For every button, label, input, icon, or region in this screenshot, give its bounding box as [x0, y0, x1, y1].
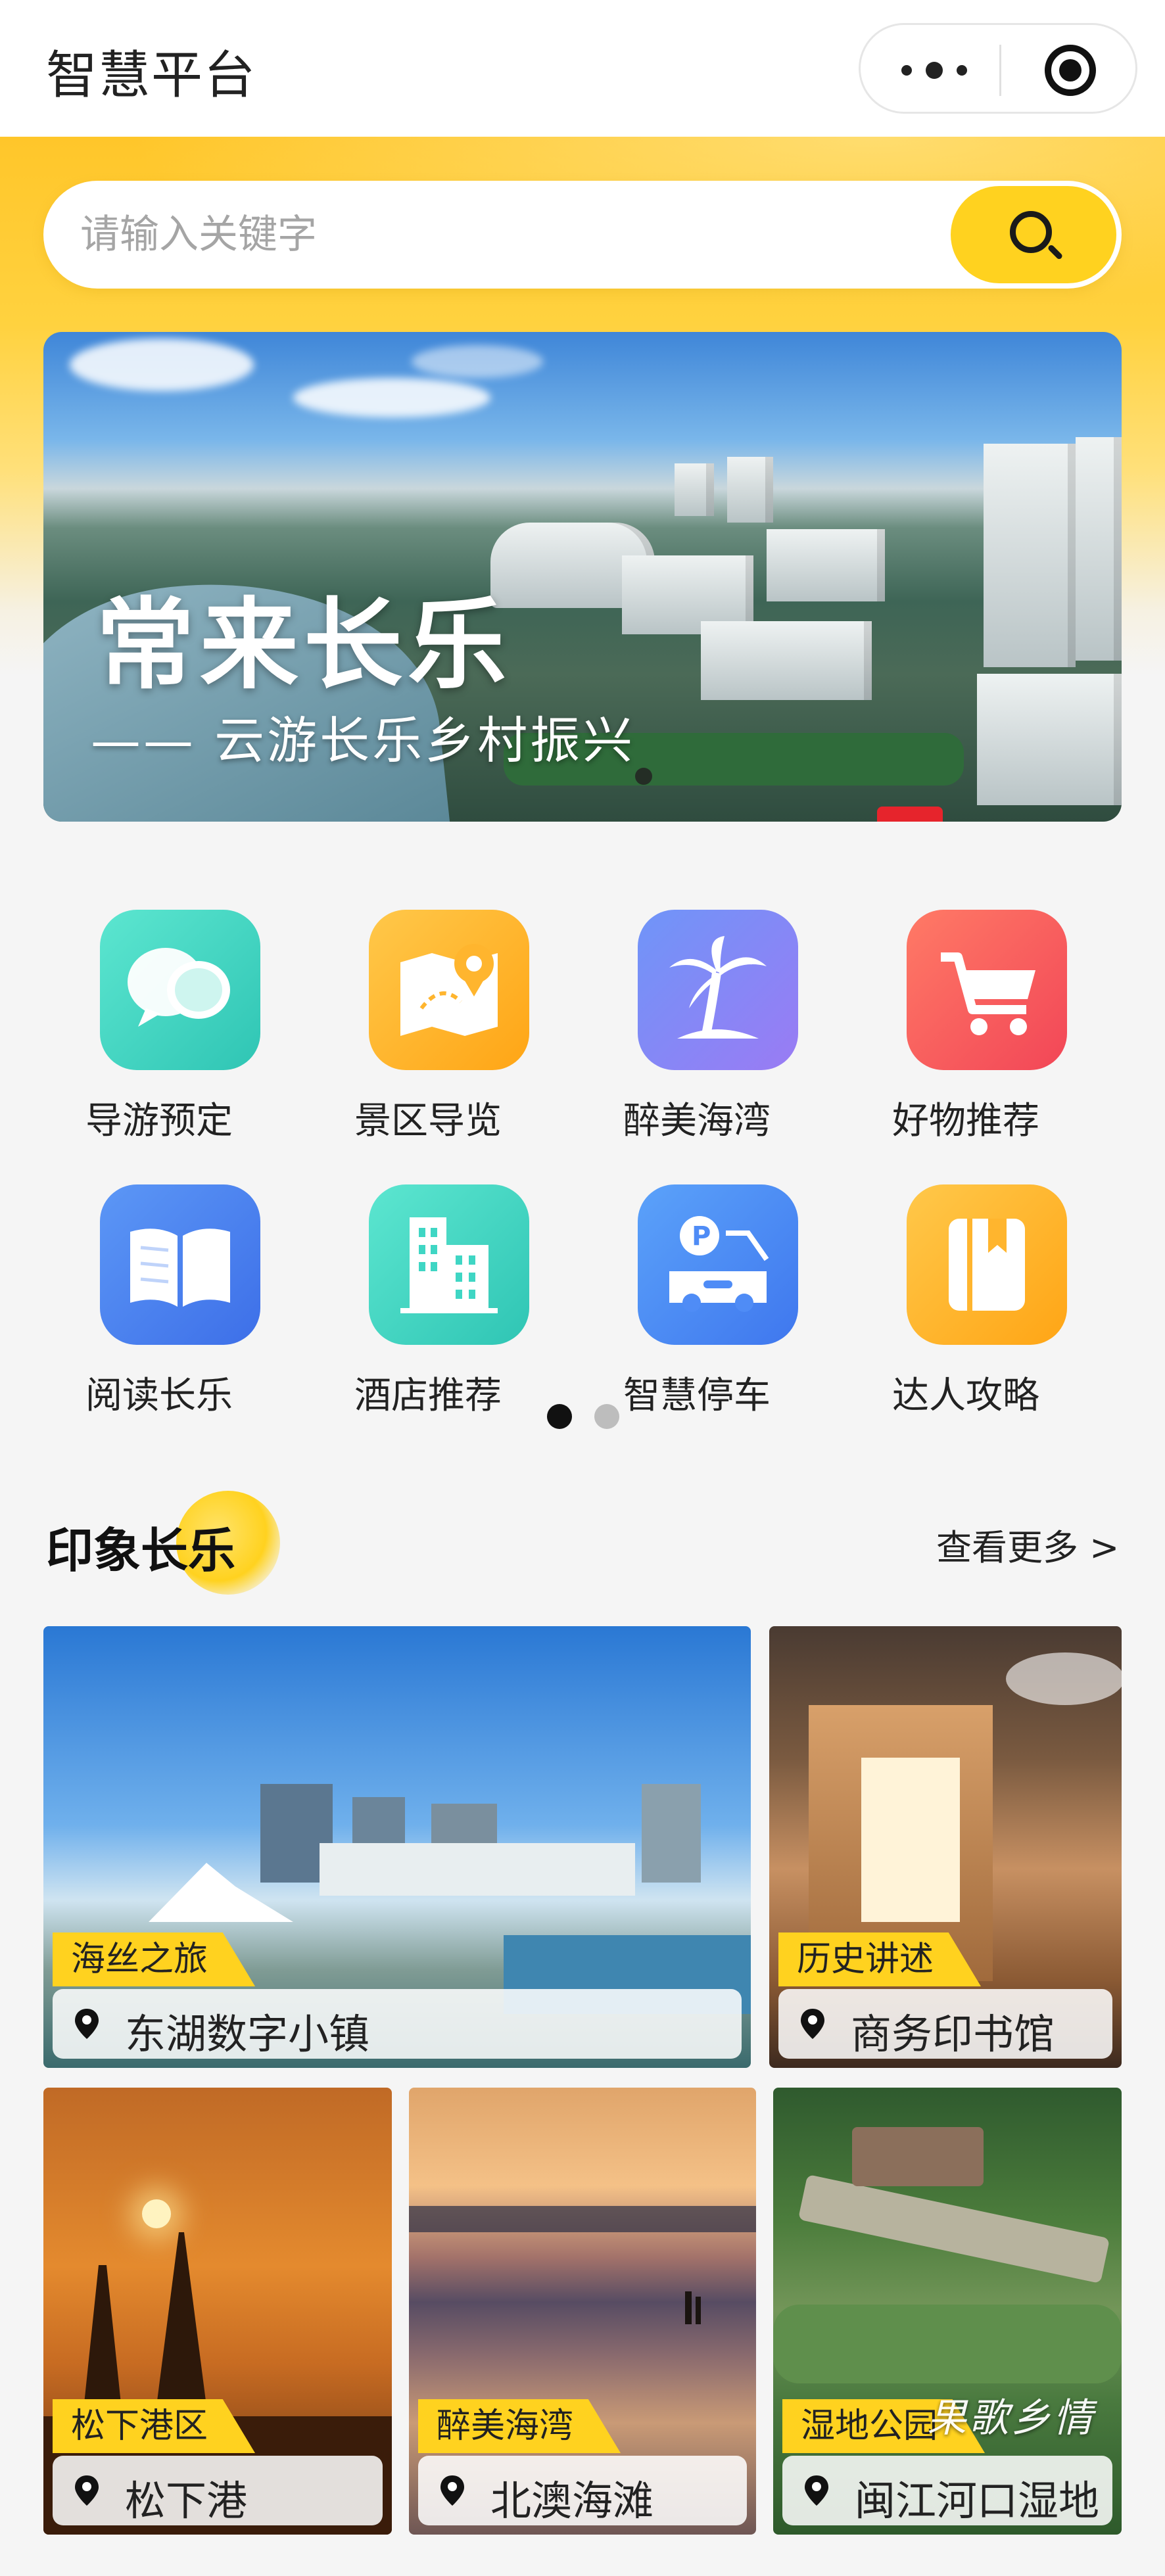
open-book-icon: [100, 1184, 260, 1345]
view-more-link[interactable]: 查看更多 >: [936, 1518, 1119, 1570]
location-pin-icon: [75, 2009, 99, 2039]
grid-label: 阅读长乐: [85, 1374, 233, 1417]
grid-label: 醉美海湾: [623, 1100, 771, 1142]
card-tag: 醉美海湾: [418, 2399, 621, 2453]
card-location-name: 商务印书馆: [851, 2010, 1055, 2058]
card-location-name: 松下港: [125, 2477, 248, 2525]
card-commercial-press[interactable]: 历史讲述 商务印书馆: [769, 1626, 1122, 2068]
grid-label: 导游预定: [85, 1100, 233, 1142]
grid-item-good-products[interactable]: 好物推荐: [847, 901, 1084, 1142]
grid-label: 达人攻略: [892, 1374, 1039, 1417]
parking-car-icon: P: [638, 1184, 798, 1345]
chat-bubbles-icon: [100, 910, 260, 1070]
notebook-icon: [907, 1184, 1067, 1345]
grid-page-indicator: [547, 1404, 626, 1430]
card-beiao-beach[interactable]: 醉美海湾 北澳海滩: [409, 2088, 756, 2535]
grid-item-hotel-recommend[interactable]: 酒店推荐: [310, 1175, 546, 1417]
svg-text:P: P: [692, 1221, 711, 1252]
app-title: 智慧平台: [46, 46, 257, 105]
page-dot-active: [547, 1404, 572, 1429]
banner-logo: [877, 807, 943, 822]
grid-item-scenic-guide[interactable]: 景区导览: [310, 901, 546, 1142]
map-pin-icon: [369, 910, 529, 1070]
search-button[interactable]: [951, 186, 1116, 283]
card-songxia-port[interactable]: 松下港区 松下港: [43, 2088, 392, 2535]
grid-item-smart-parking[interactable]: P 智慧停车: [579, 1175, 815, 1417]
capsule-divider: [999, 45, 1001, 96]
search-bar: [43, 181, 1122, 289]
shopping-cart-icon: [907, 910, 1067, 1070]
card-minjiang-wetland[interactable]: 湿地公园 闽江河口湿地: [773, 2088, 1122, 2535]
search-input[interactable]: [80, 207, 935, 262]
watermark: 果歌乡情: [927, 2395, 1095, 2441]
location-pin-icon: [801, 2009, 824, 2039]
grid-label: 酒店推荐: [354, 1374, 502, 1417]
grid-label: 景区导览: [354, 1100, 502, 1142]
location-pin-icon: [805, 2475, 828, 2506]
section-title: 印象长乐: [46, 1523, 236, 1578]
banner-indicator: [635, 768, 652, 785]
mini-program-capsule: [859, 23, 1137, 114]
close-mini-program-icon[interactable]: [1045, 45, 1096, 96]
card-tag: 历史讲述: [778, 1932, 982, 1986]
card-tag: 海丝之旅: [53, 1932, 256, 1986]
more-menu-icon[interactable]: [901, 57, 967, 83]
card-location: 闽江河口湿地: [782, 2456, 1112, 2525]
banner-subtitle: —— 云游长乐乡村振兴: [91, 711, 636, 770]
grid-item-beautiful-bay[interactable]: 醉美海湾: [579, 901, 815, 1142]
promo-banner[interactable]: 常来长乐 —— 云游长乐乡村振兴: [43, 332, 1122, 822]
card-location-name: 北澳海滩: [490, 2477, 654, 2525]
banner-title: 常来长乐: [96, 588, 512, 703]
card-donghu-digital-town[interactable]: 海丝之旅 东湖数字小镇: [43, 1626, 751, 2068]
top-bar: 智慧平台: [0, 0, 1165, 137]
grid-label: 好物推荐: [892, 1100, 1039, 1142]
card-location: 松下港: [53, 2456, 383, 2525]
card-location: 北澳海滩: [418, 2456, 747, 2525]
page-dot[interactable]: [594, 1404, 619, 1429]
palm-tree-icon: [638, 910, 798, 1070]
grid-item-expert-guide[interactable]: 达人攻略: [847, 1175, 1084, 1417]
card-location: 东湖数字小镇: [53, 1989, 742, 2059]
card-location-name: 闽江河口湿地: [855, 2477, 1100, 2525]
location-pin-icon: [440, 2475, 464, 2506]
building-icon: [369, 1184, 529, 1345]
grid-item-read-changle[interactable]: 阅读长乐: [41, 1175, 277, 1417]
card-location-name: 东湖数字小镇: [125, 2010, 370, 2058]
card-location: 商务印书馆: [778, 1989, 1112, 2059]
page: 智慧平台 常来长乐 —— 云游长乐乡村振兴: [0, 0, 1165, 2576]
grid-item-guide-booking[interactable]: 导游预定: [41, 901, 277, 1142]
location-pin-icon: [75, 2475, 99, 2506]
card-tag: 松下港区: [53, 2399, 256, 2453]
search-icon: [1010, 211, 1052, 253]
